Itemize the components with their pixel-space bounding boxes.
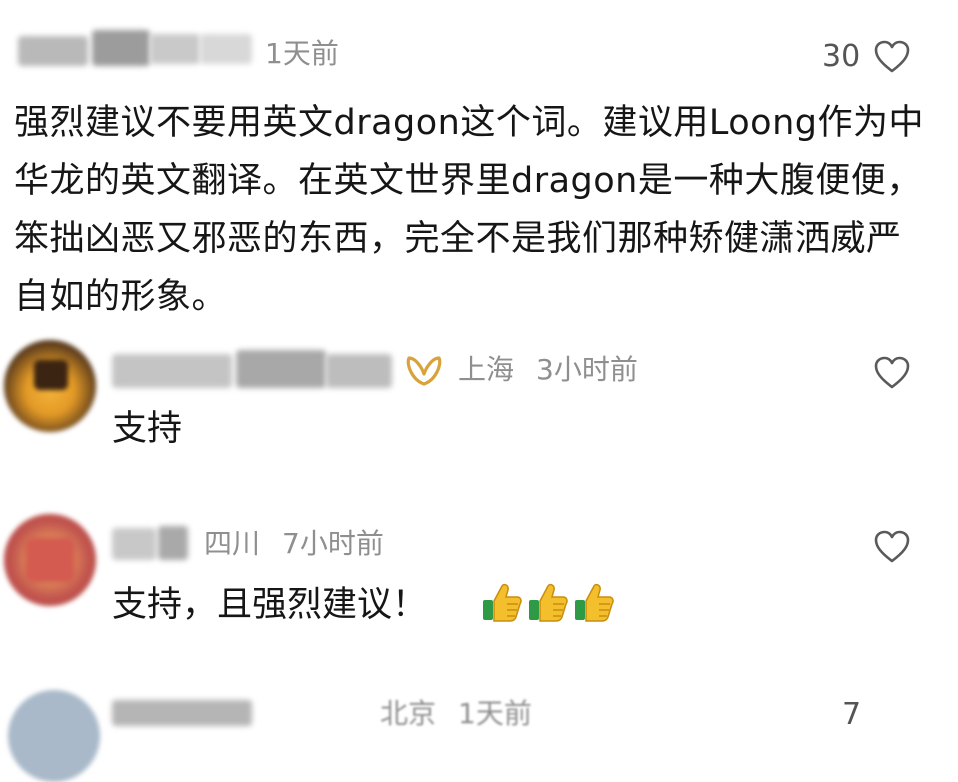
reply-location: 上海 (458, 353, 515, 386)
avatar[interactable] (4, 340, 96, 432)
main-comment-text: 强烈建议不要用英文dragon这个词。建议用Loong作为中华龙的英文翻译。在英… (14, 103, 924, 317)
reply-time: 1天前 (458, 697, 532, 730)
avatar[interactable] (4, 514, 96, 606)
thumbs-up-icon (529, 583, 568, 622)
reply-location: 北京 (380, 697, 437, 730)
thumbs-up-icon (483, 583, 522, 622)
main-comment-time: 1天前 (265, 37, 339, 70)
reply-location: 四川 (204, 527, 261, 560)
reply-text: 支持，且强烈建议！ (112, 585, 428, 625)
heart-outline-icon[interactable] (874, 356, 910, 390)
emoji-group (480, 580, 616, 624)
reply-like-count: 7 (842, 697, 862, 732)
reply-text: 支持 (112, 409, 183, 449)
heart-outline-icon[interactable] (874, 40, 910, 74)
reply-time: 3小时前 (536, 353, 638, 386)
avatar[interactable] (8, 690, 100, 782)
thumbs-up-icon (575, 583, 614, 622)
heart-outline-icon[interactable] (874, 530, 910, 564)
main-comment-like-count: 30 (822, 39, 861, 74)
reply-time: 7小时前 (282, 527, 384, 560)
gold-ribbon-badge-icon (406, 356, 442, 386)
